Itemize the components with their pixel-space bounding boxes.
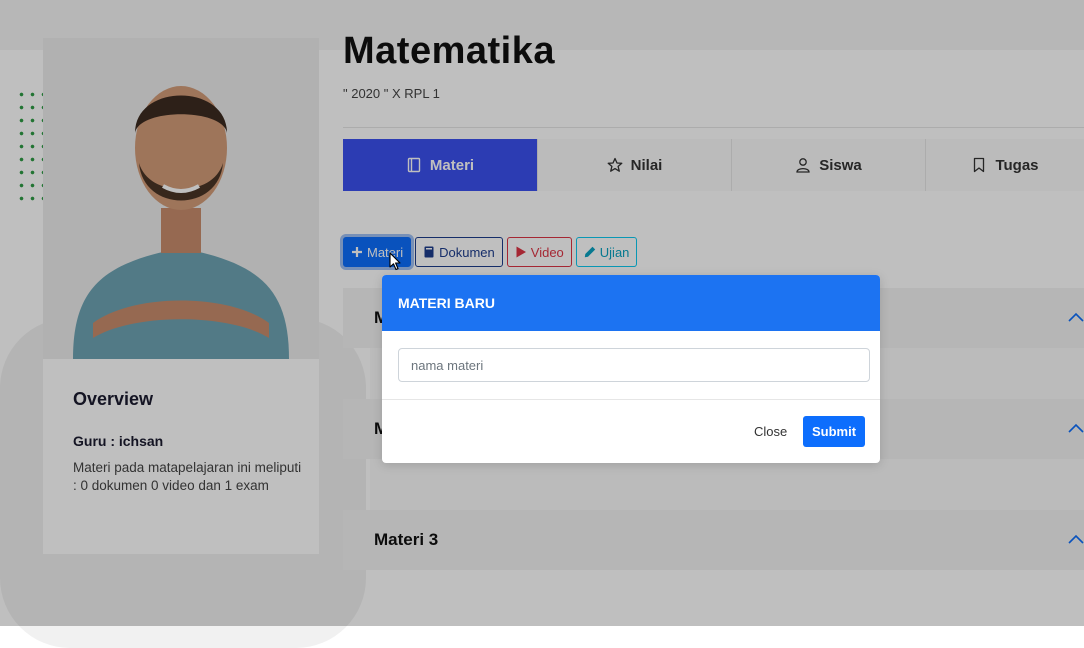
submit-button[interactable]: Submit: [803, 416, 866, 447]
materi-name-input[interactable]: [398, 348, 870, 382]
mouse-cursor-icon: [389, 252, 401, 271]
modal-title: MATERI BARU: [398, 295, 495, 311]
new-materi-modal: MATERI BARU Close Submit: [382, 275, 880, 463]
modal-footer-divider: [382, 399, 880, 400]
close-button[interactable]: Close: [746, 416, 795, 447]
modal-header: MATERI BARU: [382, 275, 880, 331]
